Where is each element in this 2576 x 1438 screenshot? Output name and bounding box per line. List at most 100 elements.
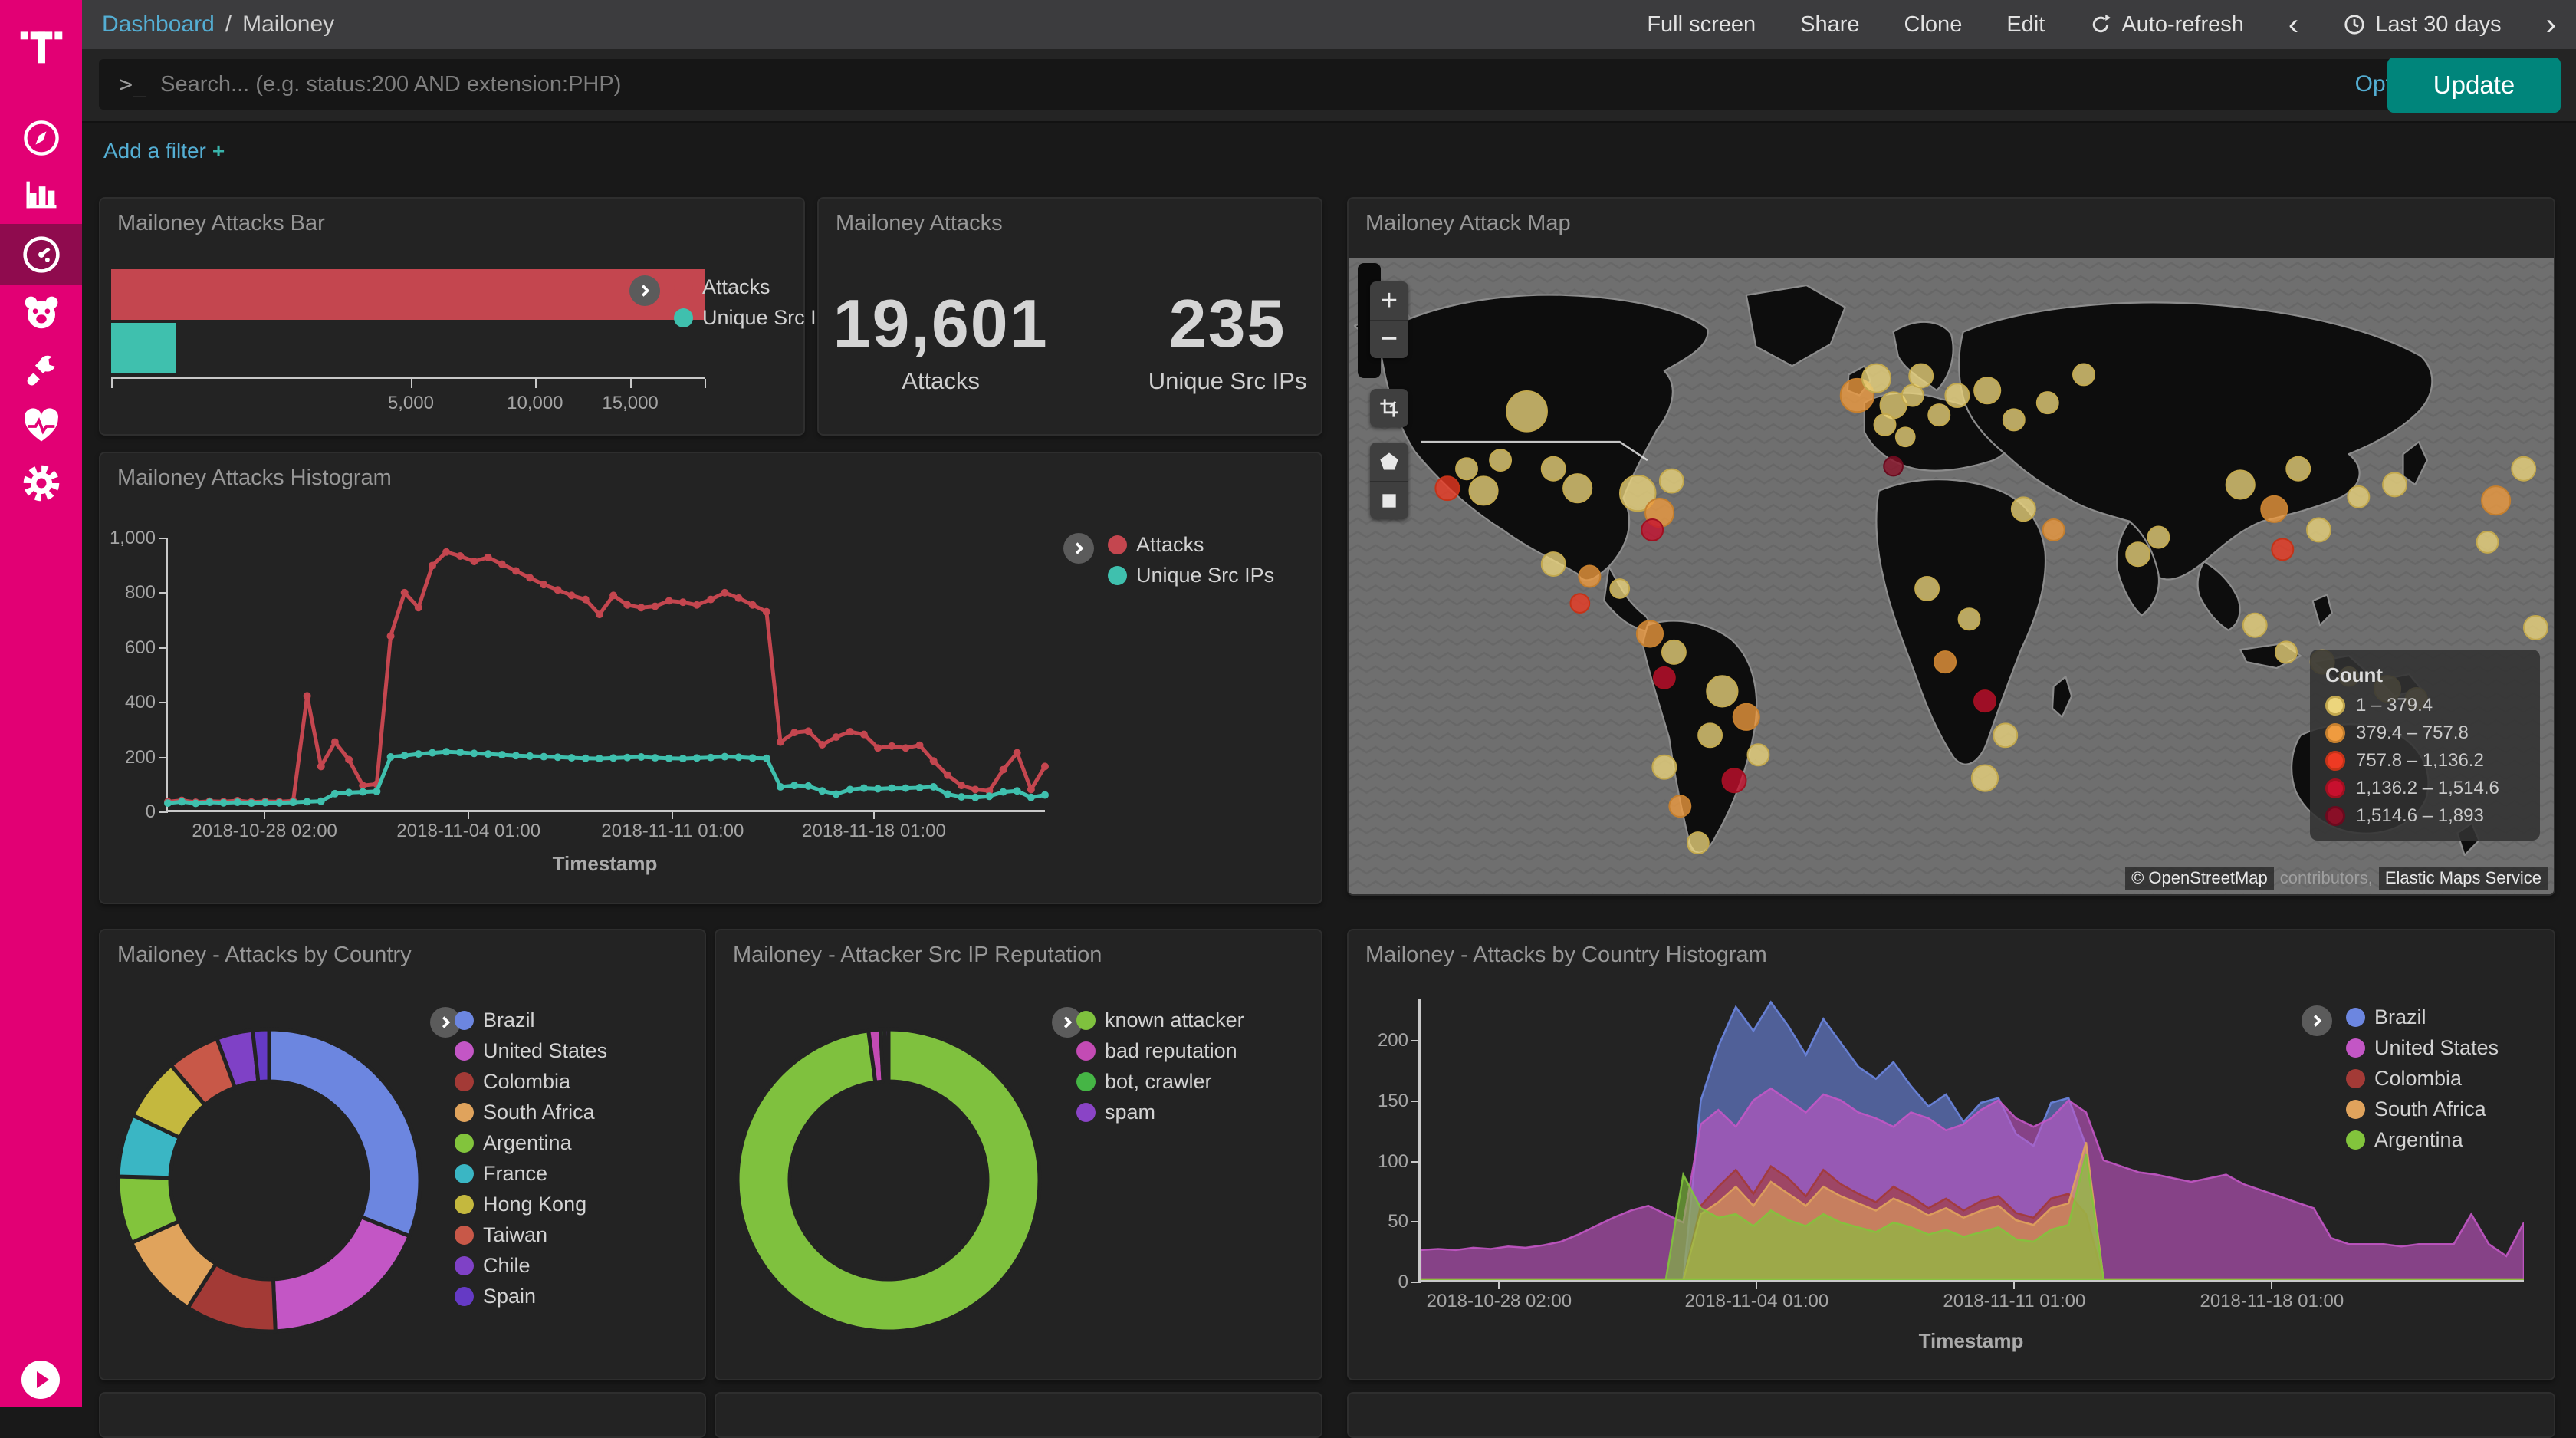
chevron-right-icon <box>2308 1012 2325 1029</box>
auto-refresh-button[interactable]: Auto-refresh <box>2089 12 2244 38</box>
legend-item-colombia[interactable]: Colombia <box>2346 1067 2499 1091</box>
sidebar-item-dashboard[interactable] <box>0 225 82 284</box>
rectangle-tool-button[interactable] <box>1370 481 1408 519</box>
legend-dot <box>674 278 693 297</box>
legend-toggle-button[interactable] <box>1063 533 1094 564</box>
panel-title: Mailoney Attacks Histogram <box>117 466 392 491</box>
legend-label: Taiwan <box>483 1223 547 1247</box>
donut-slice-united-states[interactable] <box>273 1217 409 1331</box>
panel-title: Mailoney - Attacker Src IP Reputation <box>733 943 1102 968</box>
ems-attribution-link[interactable]: Elastic Maps Service <box>2379 867 2548 890</box>
map-legend-item: 1,136.2 – 1,514.6 <box>2325 778 2525 799</box>
telekom-logo-icon[interactable] <box>0 11 82 81</box>
filter-bar: Add a filter+ <box>82 124 2576 178</box>
legend-toggle-button[interactable] <box>629 275 660 306</box>
y-axis-label: 150 <box>1378 1091 1408 1112</box>
legend-item-unique-src-ips[interactable]: Unique Src IPs <box>1108 564 1274 587</box>
panel-attacks-by-country: Mailoney - Attacks by Country BrazilUnit… <box>99 929 706 1380</box>
legend-item-attacks[interactable]: Attacks <box>674 275 840 299</box>
sidebar-item-tpot[interactable] <box>0 284 82 342</box>
bar-unique-src-ips[interactable] <box>111 323 176 373</box>
update-button[interactable]: Update <box>2387 58 2561 113</box>
legend-dot <box>455 1287 474 1306</box>
legend-label: bad reputation <box>1105 1039 1237 1063</box>
legend-dot <box>2346 1008 2365 1027</box>
y-axis-tick <box>159 592 168 594</box>
add-filter-link[interactable]: Add a filter+ <box>104 139 225 163</box>
time-back-button[interactable]: ‹ <box>2288 13 2298 36</box>
legend-item-spain[interactable]: Spain <box>455 1285 607 1308</box>
map-bubble <box>1945 383 1969 407</box>
legend-item-chile[interactable]: Chile <box>455 1254 607 1278</box>
legend-item-argentina[interactable]: Argentina <box>2346 1128 2499 1152</box>
time-forward-button[interactable]: › <box>2546 13 2556 36</box>
legend-item-united-states[interactable]: United States <box>2346 1036 2499 1060</box>
x-axis-tick <box>873 810 875 819</box>
legend-item-bad-reputation[interactable]: bad reputation <box>1076 1039 1244 1063</box>
metric-unique-ips: 235 Unique Src IPs <box>1148 285 1307 395</box>
x-axis-label: 2018-11-04 01:00 <box>396 821 540 842</box>
sidebar-item-management[interactable] <box>0 454 82 512</box>
polygon-tool-button[interactable] <box>1370 443 1408 481</box>
legend-item-argentina[interactable]: Argentina <box>455 1131 607 1155</box>
legend-item-colombia[interactable]: Colombia <box>455 1070 607 1094</box>
map-bubble <box>1641 519 1663 541</box>
legend-dot <box>2346 1069 2365 1088</box>
wrench-icon <box>22 350 61 389</box>
full-screen-button[interactable]: Full screen <box>1647 12 1756 38</box>
legend-label: United States <box>2374 1036 2499 1060</box>
donut-slice-spam[interactable] <box>885 1029 889 1081</box>
y-axis-label: 50 <box>1388 1211 1408 1232</box>
legend-item-known-attacker[interactable]: known attacker <box>1076 1009 1244 1032</box>
sidebar-item-devtools[interactable] <box>0 341 82 399</box>
legend-item-brazil[interactable]: Brazil <box>2346 1005 2499 1029</box>
bear-icon <box>21 292 62 334</box>
world-map[interactable]: + − Count 1 – 379.4379.4 – 757.87 <box>1349 258 2554 894</box>
sidebar-item-discover[interactable] <box>0 109 82 167</box>
map-bubble <box>1506 391 1547 432</box>
zoom-in-button[interactable]: + <box>1370 281 1408 320</box>
breadcrumb-dashboard-link[interactable]: Dashboard <box>102 12 215 38</box>
bar-attacks[interactable] <box>111 269 705 320</box>
legend-item-taiwan[interactable]: Taiwan <box>455 1223 607 1247</box>
map-bubble <box>1610 579 1629 598</box>
legend-item-unique-src-ips[interactable]: Unique Src IPs <box>674 306 840 330</box>
panel-below-middle <box>715 1392 1322 1438</box>
crop-tool-button[interactable] <box>1370 389 1408 427</box>
metric-value: 235 <box>1148 285 1307 363</box>
edit-button[interactable]: Edit <box>2006 12 2045 38</box>
panel-country-histogram: Mailoney - Attacks by Country Histogram … <box>1347 929 2555 1380</box>
legend-item-brazil[interactable]: Brazil <box>455 1009 607 1032</box>
metric-label: Unique Src IPs <box>1148 367 1307 395</box>
pentagon-icon <box>1378 451 1400 472</box>
legend-item-spam[interactable]: spam <box>1076 1101 1244 1124</box>
search-input[interactable] <box>160 72 2354 97</box>
legend-toggle-button[interactable] <box>2302 1005 2332 1036</box>
donut-slice-brazil[interactable] <box>269 1029 420 1236</box>
legend-item-attacks[interactable]: Attacks <box>1108 533 1274 557</box>
legend-item-south-africa[interactable]: South Africa <box>455 1101 607 1124</box>
map-bubble <box>2043 519 2065 541</box>
osm-attribution-link[interactable]: © OpenStreetMap <box>2125 867 2274 890</box>
legend-item-hong-kong[interactable]: Hong Kong <box>455 1193 607 1216</box>
clone-button[interactable]: Clone <box>1904 12 1963 38</box>
sidebar-expand-button[interactable] <box>21 1361 60 1399</box>
share-button[interactable]: Share <box>1800 12 1859 38</box>
y-axis-tick <box>1411 1161 1421 1163</box>
panel-below-left <box>99 1392 706 1438</box>
y-axis-label: 800 <box>125 582 156 604</box>
zoom-out-button[interactable]: − <box>1370 320 1408 358</box>
time-range-picker[interactable]: Last 30 days <box>2343 12 2501 38</box>
app-sidebar <box>0 0 82 1407</box>
panel-attacks-histogram: Mailoney Attacks Histogram 1,00080060040… <box>99 452 1322 904</box>
map-bubble <box>2243 614 2267 637</box>
sidebar-item-monitoring[interactable] <box>0 397 82 456</box>
legend-item-south-africa[interactable]: South Africa <box>2346 1097 2499 1121</box>
legend-item-bot-crawler[interactable]: bot, crawler <box>1076 1070 1244 1094</box>
legend-label: 757.8 – 1,136.2 <box>2356 750 2484 772</box>
sidebar-item-visualize[interactable] <box>0 166 82 224</box>
legend-label: 1,136.2 – 1,514.6 <box>2356 778 2499 799</box>
terminal-prompt-icon: >_ <box>119 71 146 98</box>
legend-item-united-states[interactable]: United States <box>455 1039 607 1063</box>
legend-item-france[interactable]: France <box>455 1162 607 1186</box>
